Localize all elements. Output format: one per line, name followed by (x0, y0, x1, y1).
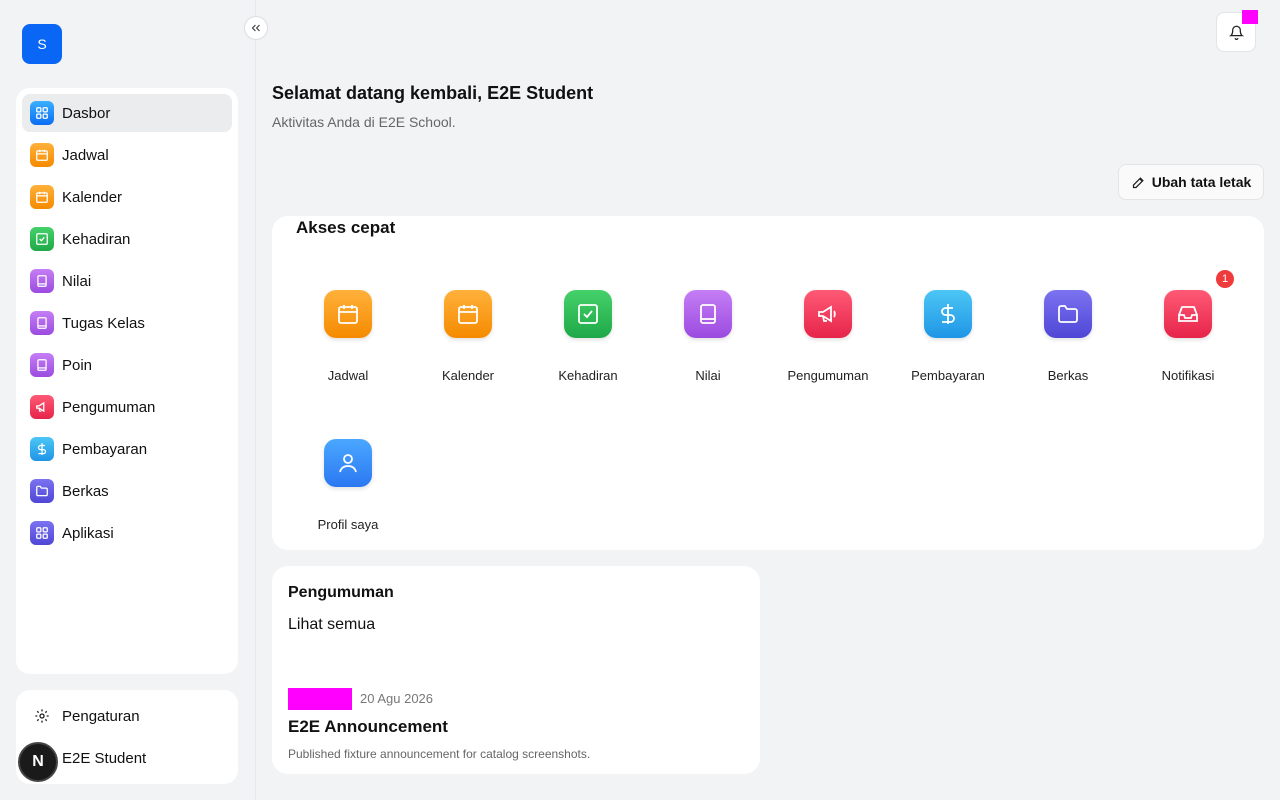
sidebar-item-label: Pembayaran (62, 440, 148, 458)
quick-access-title: Akses cepat (296, 218, 396, 237)
quick-access-card: Akses cepat Jadwal Kalender Kehadiran Ni… (272, 216, 1264, 550)
quick-tile-kehadiran[interactable]: Kehadiran (528, 290, 648, 410)
tile-label: Jadwal (327, 368, 369, 383)
notification-count-badge: 1 (1216, 270, 1234, 288)
check-square-icon (564, 290, 612, 338)
sidebar-item-label: Pengumuman (62, 398, 156, 416)
sidebar-item-label: Berkas (62, 482, 109, 500)
tile-label: Berkas (1047, 368, 1089, 383)
gear-icon (34, 708, 50, 724)
announcement-date: 20 Agu 2026 (360, 691, 434, 706)
calendar-icon (30, 185, 54, 209)
book-icon (30, 269, 54, 293)
calendar-icon (30, 143, 54, 167)
dollar-icon (30, 437, 54, 461)
avatar[interactable]: N (18, 742, 58, 782)
calendar-icon (444, 290, 492, 338)
sidebar-item-pengumuman[interactable]: Pengumuman (22, 388, 232, 426)
edit-layout-label: Ubah tata letak (1151, 174, 1252, 190)
inbox-icon (1164, 290, 1212, 338)
megaphone-icon (30, 395, 54, 419)
sidebar-item-label: Poin (62, 356, 93, 374)
quick-tile-profil-saya[interactable]: Profil saya (288, 439, 408, 559)
edit-layout-button[interactable]: Ubah tata letak (1118, 164, 1264, 200)
sidebar-item-kehadiran[interactable]: Kehadiran (22, 220, 232, 258)
announcement-description: Published fixture announcement for catal… (288, 747, 591, 761)
sidebar-nav: Dasbor Jadwal Kalender Kehadiran Nilai T… (16, 88, 238, 674)
view-all-link[interactable]: Lihat semua (288, 616, 375, 634)
sidebar-item-label: Kalender (62, 188, 123, 206)
sidebar-item-poin[interactable]: Poin (22, 346, 232, 384)
sidebar-item-pembayaran[interactable]: Pembayaran (22, 430, 232, 468)
calendar-icon (324, 290, 372, 338)
sidebar-item-aplikasi[interactable]: Aplikasi (22, 514, 232, 552)
quick-tile-jadwal[interactable]: Jadwal (288, 290, 408, 410)
bell-icon (1228, 25, 1244, 40)
sidebar-item-tugas-kelas[interactable]: Tugas Kelas (22, 304, 232, 342)
check-square-icon (30, 227, 54, 251)
collapse-sidebar-button[interactable] (244, 16, 268, 40)
announcements-card: Pengumuman Lihat semua 20 Agu 2026 E2E A… (272, 566, 760, 774)
folder-icon (1044, 290, 1092, 338)
sidebar-item-label: Dasbor (62, 104, 111, 122)
quick-tile-kalender[interactable]: Kalender (408, 290, 528, 410)
quick-tile-notifikasi[interactable]: Notifikasi (1128, 290, 1248, 410)
user-name: E2E Student (62, 749, 147, 767)
sidebar-item-kalender[interactable]: Kalender (22, 178, 232, 216)
quick-tile-pembayaran[interactable]: Pembayaran (888, 290, 1008, 410)
quick-tile-nilai[interactable]: Nilai (648, 290, 768, 410)
user-icon (324, 439, 372, 487)
announcement-tag (288, 688, 352, 710)
tile-label: Kehadiran (558, 368, 618, 383)
settings-button[interactable]: Pengaturan (16, 697, 140, 735)
dollar-icon (924, 290, 972, 338)
page-title: Selamat datang kembali, E2E Student (272, 83, 594, 103)
chevrons-left-icon (249, 21, 263, 35)
sidebar: S Dasbor Jadwal Kalender Kehadiran Nilai… (0, 0, 256, 800)
tile-label: Kalender (441, 368, 495, 383)
book-icon (684, 290, 732, 338)
settings-label: Pengaturan (62, 707, 140, 725)
book-icon (30, 353, 54, 377)
sidebar-item-label: Kehadiran (62, 230, 131, 248)
tile-label: Nilai (695, 368, 721, 383)
pencil-icon (1131, 175, 1146, 190)
book-icon (30, 311, 54, 335)
sidebar-item-berkas[interactable]: Berkas (22, 472, 232, 510)
announcement-title[interactable]: E2E Announcement (288, 717, 448, 737)
sidebar-item-label: Nilai (62, 272, 92, 290)
megaphone-icon (804, 290, 852, 338)
sidebar-item-label: Tugas Kelas (62, 314, 145, 332)
tile-label: Notifikasi (1161, 368, 1215, 383)
folder-icon (30, 479, 54, 503)
sidebar-item-jadwal[interactable]: Jadwal (22, 136, 232, 174)
sidebar-item-label: Aplikasi (62, 524, 114, 542)
notification-indicator (1242, 10, 1258, 24)
quick-tile-pengumuman[interactable]: Pengumuman (768, 290, 888, 410)
sidebar-item-dasbor[interactable]: Dasbor (22, 94, 232, 132)
school-logo[interactable]: S (22, 24, 62, 64)
page-subtitle: Aktivitas Anda di E2E School. (272, 114, 456, 130)
sidebar-item-label: Jadwal (62, 146, 109, 164)
apps-icon (30, 521, 54, 545)
announcements-title: Pengumuman (288, 584, 394, 601)
tile-label: Profil saya (317, 517, 379, 532)
grid-icon (30, 101, 54, 125)
quick-tile-berkas[interactable]: Berkas (1008, 290, 1128, 410)
tile-label: Pembayaran (911, 368, 985, 383)
tile-label: Pengumuman (787, 368, 869, 383)
sidebar-item-nilai[interactable]: Nilai (22, 262, 232, 300)
